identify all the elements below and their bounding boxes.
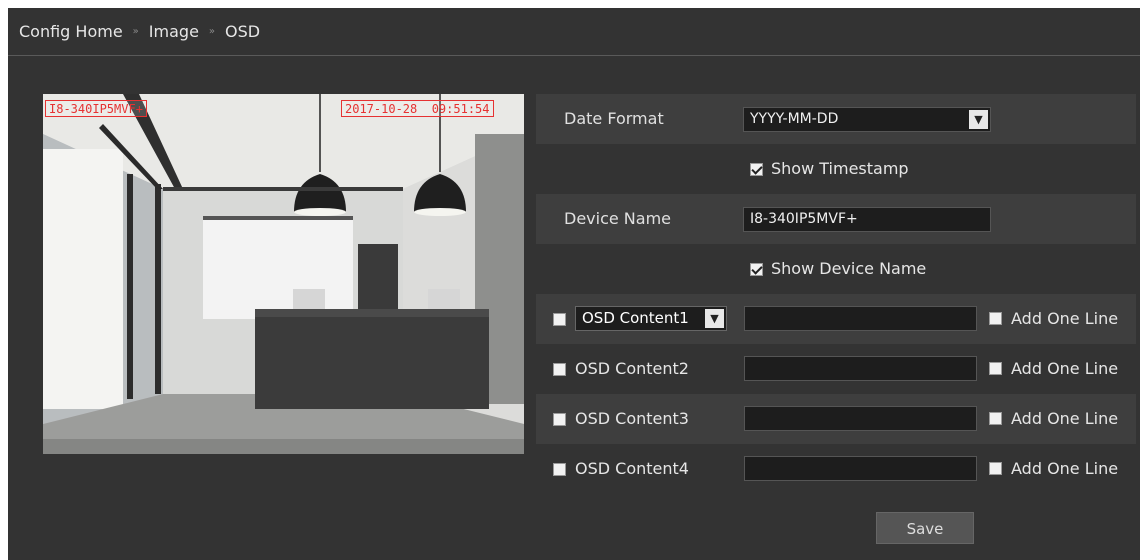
osd-content2-checkbox[interactable] <box>553 363 566 376</box>
breadcrumb-config-home[interactable]: Config Home <box>19 22 123 41</box>
show-device-name-label: Show Device Name <box>771 259 927 278</box>
osd-content1-select[interactable]: OSD Content1 ▼ <box>575 306 727 331</box>
osd-content2-row: OSD Content2 Add One Line <box>536 344 1136 394</box>
office-scene-image <box>43 94 524 454</box>
osd-timestamp-overlay[interactable]: 2017-10-28 09:51:54 <box>341 100 494 117</box>
date-format-label: Date Format <box>564 109 664 128</box>
osd-content3-checkbox[interactable] <box>553 413 566 426</box>
breadcrumb-separator-icon: » <box>132 26 139 37</box>
osd-content1-label: OSD Content1 <box>582 309 689 327</box>
osd-content1-checkbox[interactable] <box>553 313 566 326</box>
chevron-down-icon[interactable]: ▼ <box>969 110 988 129</box>
device-name-row: Device Name I8-340IP5MVF+ <box>536 194 1136 244</box>
osd-config-page: Config Home » Image » OSD I8-340IP5MVF+ … <box>8 8 1140 560</box>
show-timestamp-checkbox[interactable] <box>750 163 763 176</box>
osd-content1-add-line-checkbox[interactable] <box>989 312 1002 325</box>
osd-content2-add-line-checkbox[interactable] <box>989 362 1002 375</box>
osd-content1-add-line-label: Add One Line <box>1011 309 1119 328</box>
save-button[interactable]: Save <box>876 512 974 544</box>
breadcrumb: Config Home » Image » OSD <box>8 8 1140 56</box>
osd-content2-input[interactable] <box>744 356 977 381</box>
show-device-name-row: Show Device Name <box>536 244 1136 294</box>
osd-content2-add-line-label: Add One Line <box>1011 359 1119 378</box>
osd-content1-row: OSD Content1 ▼ Add One Line <box>536 294 1136 344</box>
osd-device-name-overlay[interactable]: I8-340IP5MVF+ <box>45 100 147 117</box>
date-format-select[interactable]: YYYY-MM-DD ▼ <box>743 107 991 132</box>
osd-content4-add-line-label: Add One Line <box>1011 459 1119 478</box>
device-name-input[interactable]: I8-340IP5MVF+ <box>743 207 991 232</box>
osd-content4-add-line-checkbox[interactable] <box>989 462 1002 475</box>
osd-content4-row: OSD Content4 Add One Line <box>536 444 1136 494</box>
osd-content3-input[interactable] <box>744 406 977 431</box>
breadcrumb-osd: OSD <box>225 22 261 41</box>
camera-preview: I8-340IP5MVF+ 2017-10-28 09:51:54 <box>43 94 524 454</box>
osd-content3-label: OSD Content3 <box>575 409 689 428</box>
breadcrumb-image[interactable]: Image <box>149 22 199 41</box>
osd-content4-label: OSD Content4 <box>575 459 689 478</box>
chevron-down-icon[interactable]: ▼ <box>705 309 724 328</box>
show-timestamp-row: Show Timestamp <box>536 144 1136 194</box>
date-format-value: YYYY-MM-DD <box>750 111 839 127</box>
show-timestamp-label: Show Timestamp <box>771 159 909 178</box>
osd-content4-input[interactable] <box>744 456 977 481</box>
device-name-label: Device Name <box>564 209 672 228</box>
osd-content4-checkbox[interactable] <box>553 463 566 476</box>
osd-content2-label: OSD Content2 <box>575 359 689 378</box>
osd-content3-add-line-checkbox[interactable] <box>989 412 1002 425</box>
date-format-row: Date Format YYYY-MM-DD ▼ <box>536 94 1136 144</box>
show-device-name-checkbox[interactable] <box>750 263 763 276</box>
osd-content1-input[interactable] <box>744 306 977 331</box>
osd-content3-row: OSD Content3 Add One Line <box>536 394 1136 444</box>
breadcrumb-separator-icon: » <box>208 26 216 37</box>
osd-content3-add-line-label: Add One Line <box>1011 409 1119 428</box>
